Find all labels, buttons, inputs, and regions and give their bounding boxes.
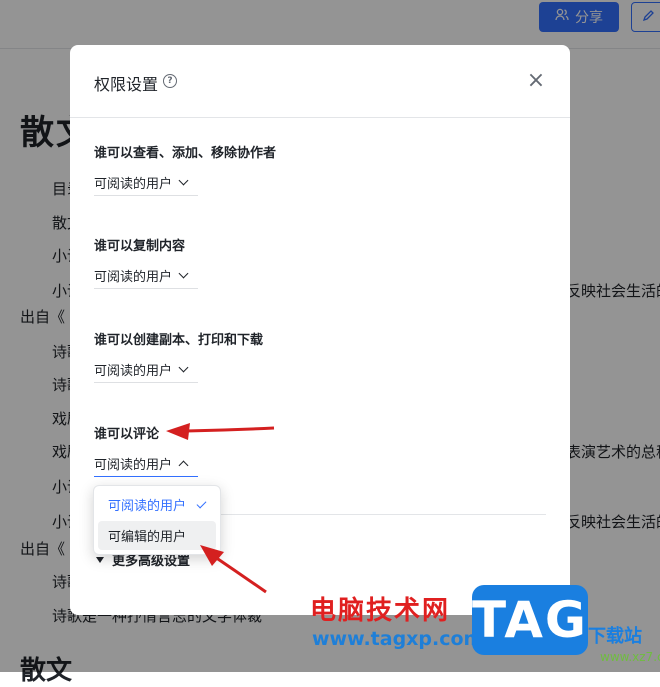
- watermark-side-url: www.xz7.com: [600, 650, 660, 664]
- annotation-arrows: [166, 423, 275, 594]
- watermark-logo: TAG: [472, 585, 588, 655]
- annotation-arrow: [166, 423, 275, 440]
- watermark-side-text: 下载站: [588, 626, 642, 647]
- annotation-arrow: [200, 545, 267, 594]
- watermark-url: www.tagxp.com: [312, 628, 484, 650]
- watermark-site-name: 电脑技术网: [310, 596, 451, 626]
